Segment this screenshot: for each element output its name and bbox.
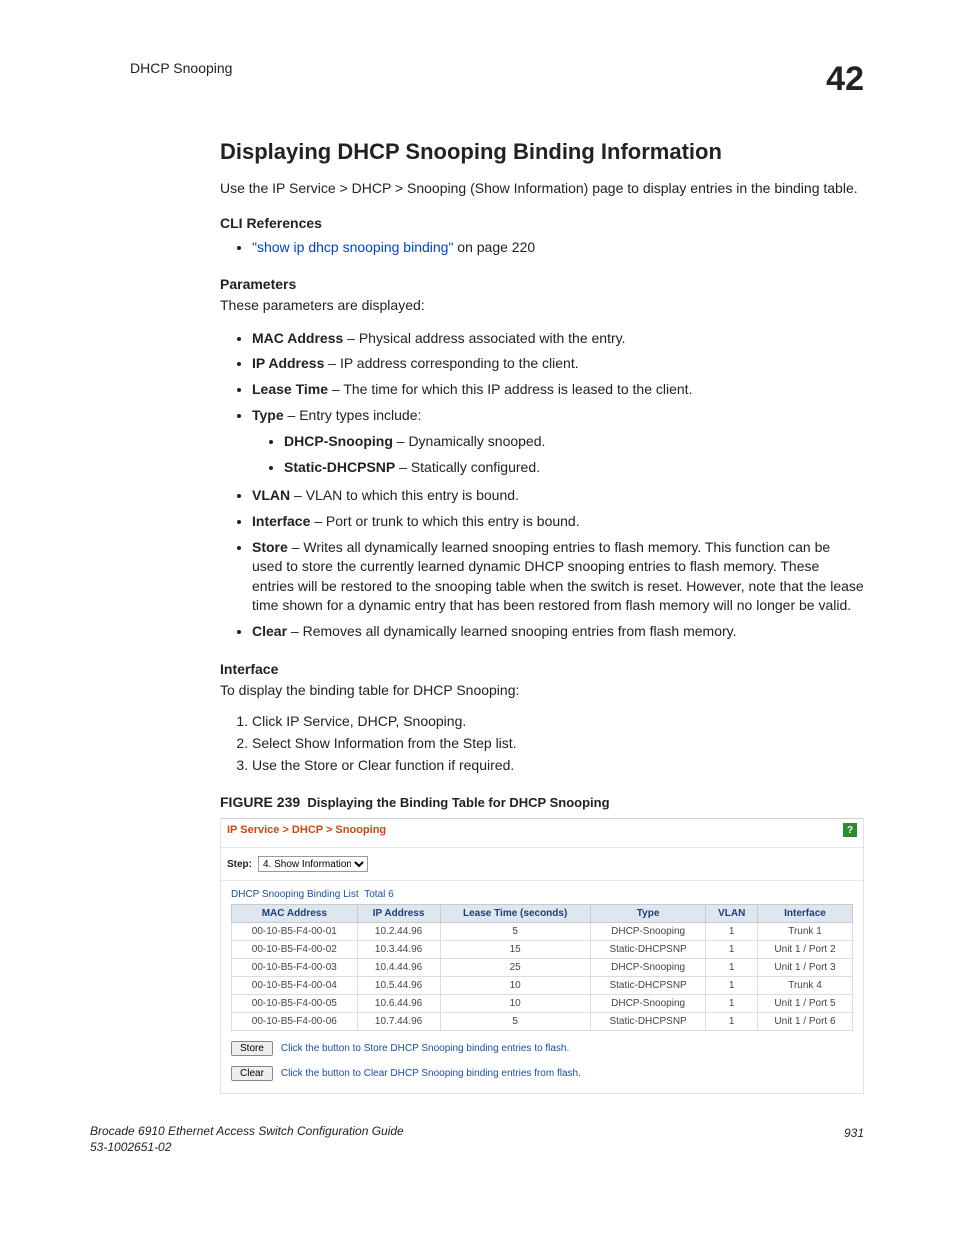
cell-ip: 10.4.44.96 (357, 959, 440, 977)
cell-iface: Trunk 1 (757, 923, 852, 941)
cli-link-suffix: on page 220 (453, 239, 535, 255)
cell-vlan: 1 (706, 959, 758, 977)
cell-type: Static-DHCPSNP (590, 977, 706, 995)
cell-mac: 00-10-B5-F4-00-01 (232, 923, 358, 941)
table-row: 00-10-B5-F4-00-0110.2.44.965DHCP-Snoopin… (232, 923, 853, 941)
cell-mac: 00-10-B5-F4-00-05 (232, 995, 358, 1013)
cell-mac: 00-10-B5-F4-00-02 (232, 941, 358, 959)
param-type-static: Static-DHCPSNP – Statically configured. (284, 455, 864, 481)
param-ip: IP Address – IP address corresponding to… (252, 351, 864, 377)
binding-list-title: DHCP Snooping Binding List Total 6 (231, 889, 853, 900)
cell-iface: Unit 1 / Port 2 (757, 941, 852, 959)
param-type-snooping: DHCP-Snooping – Dynamically snooped. (284, 429, 864, 455)
table-row: 00-10-B5-F4-00-0510.6.44.9610DHCP-Snoopi… (232, 995, 853, 1013)
step-3: Use the Store or Clear function if requi… (252, 754, 864, 776)
cell-lease: 10 (440, 977, 590, 995)
snooping-panel: IP Service > DHCP > Snooping ? Step: 4. … (220, 818, 864, 1094)
interface-intro: To display the binding table for DHCP Sn… (220, 681, 864, 701)
cell-lease: 25 (440, 959, 590, 977)
cell-type: Static-DHCPSNP (590, 1013, 706, 1031)
cell-vlan: 1 (706, 923, 758, 941)
params-heading: Parameters (220, 276, 864, 292)
cell-lease: 5 (440, 1013, 590, 1031)
cell-type: DHCP-Snooping (590, 959, 706, 977)
step-2: Select Show Information from the Step li… (252, 732, 864, 754)
cell-vlan: 1 (706, 977, 758, 995)
cell-iface: Trunk 4 (757, 977, 852, 995)
cell-iface: Unit 1 / Port 6 (757, 1013, 852, 1031)
param-mac: MAC Address – Physical address associate… (252, 326, 864, 352)
binding-table: MAC Address IP Address Lease Time (secon… (231, 904, 853, 1031)
cell-mac: 00-10-B5-F4-00-06 (232, 1013, 358, 1031)
col-ip: IP Address (357, 905, 440, 923)
cell-vlan: 1 (706, 941, 758, 959)
table-row: 00-10-B5-F4-00-0410.5.44.9610Static-DHCP… (232, 977, 853, 995)
page-number: 931 (844, 1124, 864, 1155)
cell-type: DHCP-Snooping (590, 923, 706, 941)
col-vlan: VLAN (706, 905, 758, 923)
col-interface: Interface (757, 905, 852, 923)
cell-ip: 10.3.44.96 (357, 941, 440, 959)
cell-mac: 00-10-B5-F4-00-03 (232, 959, 358, 977)
cell-type: Static-DHCPSNP (590, 941, 706, 959)
store-desc: Click the button to Store DHCP Snooping … (281, 1043, 569, 1054)
figure-caption: Displaying the Binding Table for DHCP Sn… (307, 795, 609, 810)
cell-ip: 10.2.44.96 (357, 923, 440, 941)
cell-lease: 10 (440, 995, 590, 1013)
cli-ref-item: "show ip dhcp snooping binding" on page … (252, 235, 864, 261)
params-intro: These parameters are displayed: (220, 296, 864, 316)
cli-heading: CLI References (220, 215, 864, 231)
figure-label: FIGURE 239 (220, 794, 300, 810)
footer-left: Brocade 6910 Ethernet Access Switch Conf… (90, 1124, 404, 1155)
table-row: 00-10-B5-F4-00-0310.4.44.9625DHCP-Snoopi… (232, 959, 853, 977)
cell-ip: 10.5.44.96 (357, 977, 440, 995)
step-select[interactable]: 4. Show Information (258, 856, 368, 872)
cli-link[interactable]: "show ip dhcp snooping binding" (252, 239, 453, 255)
cell-lease: 15 (440, 941, 590, 959)
help-icon[interactable]: ? (843, 823, 857, 837)
param-clear: Clear – Removes all dynamically learned … (252, 619, 864, 645)
panel-breadcrumb: IP Service > DHCP > Snooping (227, 824, 386, 836)
param-vlan: VLAN – VLAN to which this entry is bound… (252, 483, 864, 509)
store-button[interactable]: Store (231, 1041, 273, 1056)
cell-ip: 10.6.44.96 (357, 995, 440, 1013)
cell-iface: Unit 1 / Port 5 (757, 995, 852, 1013)
cell-ip: 10.7.44.96 (357, 1013, 440, 1031)
step-1: Click IP Service, DHCP, Snooping. (252, 710, 864, 732)
param-lease: Lease Time – The time for which this IP … (252, 377, 864, 403)
intro-text: Use the IP Service > DHCP > Snooping (Sh… (220, 179, 864, 199)
col-lease: Lease Time (seconds) (440, 905, 590, 923)
param-store: Store – Writes all dynamically learned s… (252, 535, 864, 619)
cell-vlan: 1 (706, 995, 758, 1013)
cell-lease: 5 (440, 923, 590, 941)
param-interface: Interface – Port or trunk to which this … (252, 509, 864, 535)
clear-button[interactable]: Clear (231, 1066, 273, 1081)
cell-iface: Unit 1 / Port 3 (757, 959, 852, 977)
chapter-number: 42 (826, 60, 864, 99)
col-type: Type (590, 905, 706, 923)
interface-heading: Interface (220, 661, 864, 677)
table-row: 00-10-B5-F4-00-0210.3.44.9615Static-DHCP… (232, 941, 853, 959)
cell-mac: 00-10-B5-F4-00-04 (232, 977, 358, 995)
step-label: Step: (227, 859, 252, 870)
clear-desc: Click the button to Clear DHCP Snooping … (281, 1068, 581, 1079)
page-title: Displaying DHCP Snooping Binding Informa… (220, 139, 864, 165)
cell-type: DHCP-Snooping (590, 995, 706, 1013)
param-type: Type – Entry types include: DHCP-Snoopin… (252, 403, 864, 484)
table-row: 00-10-B5-F4-00-0610.7.44.965Static-DHCPS… (232, 1013, 853, 1031)
cell-vlan: 1 (706, 1013, 758, 1031)
col-mac: MAC Address (232, 905, 358, 923)
running-header: DHCP Snooping (90, 60, 232, 76)
